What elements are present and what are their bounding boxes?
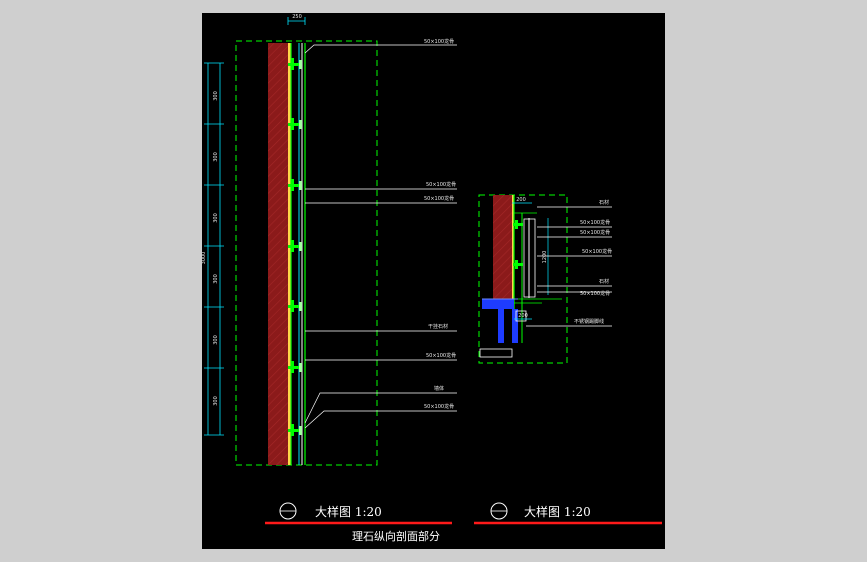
right-side-dimension: 1200 — [542, 251, 548, 264]
left-callout-5: 50×100龙骨 — [426, 352, 456, 359]
right-callout-1: 石材 — [599, 199, 609, 206]
bottom-caption: 理石纵向剖面部分 — [352, 529, 440, 543]
left-spacing-1: 300 — [213, 91, 219, 101]
right-callout-6: 50×100龙骨 — [580, 290, 610, 297]
right-section-detail: 200 1200 200 石材 50×100龙骨 50×100龙骨 50×100… — [474, 194, 662, 525]
left-callout-7: 50×100龙骨 — [424, 403, 454, 410]
right-callout-4: 50×100龙骨 — [582, 248, 612, 255]
drawing-sheet: 250 3000 300 300 300 300 300 300 50×100龙… — [201, 13, 665, 549]
right-bottom-dimension: 200 — [518, 313, 528, 319]
right-callout-3: 50×100龙骨 — [580, 229, 610, 236]
right-callout-5: 石材 — [599, 278, 609, 285]
right-top-dimension: 200 — [516, 197, 526, 203]
left-total-dimension: 3000 — [202, 252, 207, 265]
right-callout-2: 50×100龙骨 — [580, 219, 610, 226]
left-spacing-6: 300 — [213, 396, 219, 406]
left-callout-2: 50×100龙骨 — [426, 181, 456, 188]
left-top-dimension: 250 — [292, 14, 302, 20]
right-callout-7: 不锈钢踢脚线 — [574, 318, 604, 325]
left-callout-3: 50×100龙骨 — [424, 195, 454, 202]
left-spacing-4: 300 — [213, 274, 219, 284]
left-callout-4: 干挂石材 — [428, 323, 448, 330]
left-spacing-5: 300 — [213, 335, 219, 345]
left-detail-title: 大样图 1:20 — [315, 504, 382, 519]
right-detail-boundary — [478, 194, 568, 364]
left-callout-6: 墙体 — [434, 385, 444, 392]
left-detail-boundary — [235, 40, 378, 466]
left-spacing-2: 300 — [213, 152, 219, 162]
left-section-detail: 250 3000 300 300 300 300 300 300 50×100龙… — [201, 14, 457, 525]
right-detail-title: 大样图 1:20 — [524, 504, 591, 519]
right-floor-base — [479, 348, 513, 358]
left-callout-1: 50×100龙骨 — [424, 38, 454, 45]
cad-drawing: 250 3000 300 300 300 300 300 300 50×100龙… — [201, 14, 662, 543]
right-steel-channel — [482, 298, 518, 343]
left-spacing-3: 300 — [213, 213, 219, 223]
